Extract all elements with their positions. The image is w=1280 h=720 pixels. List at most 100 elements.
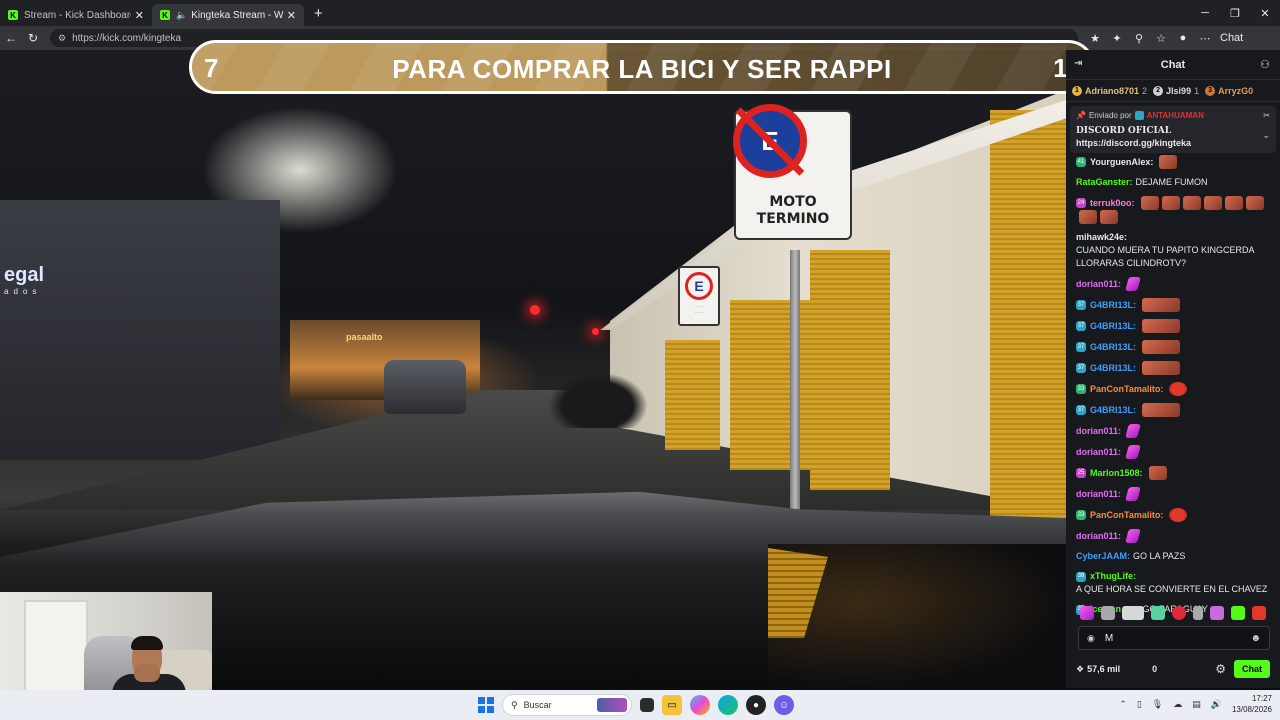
chat-username[interactable]: PanConTamalito: [1090,509,1163,522]
site-info-icon[interactable]: ⚙ [58,33,66,44]
emote-angry-icon[interactable] [1252,606,1267,620]
collapse-chat-icon[interactable]: ⇥ [1074,58,1082,69]
emote-face-icon[interactable] [1100,210,1118,224]
emote-face-icon[interactable] [1140,196,1159,210]
emote-wide-icon[interactable] [1142,340,1181,354]
subscriber-badge-icon[interactable]: 37 [1076,300,1086,310]
chat-username[interactable]: dorian011: [1076,446,1121,459]
reload-icon[interactable]: ↻ [22,31,44,45]
close-window-icon[interactable]: ✕ [1250,0,1280,26]
subscriber-badge-icon[interactable]: 33 [1076,384,1086,394]
subscriber-badge-icon[interactable]: 37 [1076,363,1086,373]
chat-username[interactable]: YourguenAlex: [1090,156,1153,169]
new-tab-button[interactable]: + [314,5,323,22]
chat-username[interactable]: dorian011: [1076,425,1121,438]
tray-chevron-up-icon[interactable]: ⌃ [1119,699,1127,710]
chat-users-icon[interactable]: ⚇ [1260,58,1270,71]
more-menu-icon[interactable]: ⋯ [1194,32,1216,45]
channel-points[interactable]: ❖ 57,6 mil [1076,664,1120,675]
chat-username[interactable]: G4BRI13L: [1090,404,1136,417]
emote-wide-icon[interactable] [1142,361,1181,375]
emote-face-icon[interactable] [1121,606,1144,620]
emote-red-icon[interactable] [1171,606,1186,620]
chat-username[interactable]: terruk0oo: [1090,197,1135,210]
task-view-icon[interactable] [640,698,654,712]
emote-face-icon[interactable] [1148,466,1167,480]
audio-icon[interactable]: 🔈 [176,10,187,21]
copilot-icon[interactable] [690,695,710,715]
obs-icon[interactable]: ● [746,695,766,715]
gifter-item[interactable]: 1 Adriano8701 2 [1072,85,1147,96]
emote-wide-icon[interactable] [1142,319,1181,333]
emote-pink-icon[interactable] [1079,606,1094,620]
chat-username[interactable]: RataGanster: [1076,176,1133,189]
chat-badge-icon[interactable]: ◉ [1087,633,1095,644]
chat-settings-gear-icon[interactable]: ⚙ [1215,662,1226,676]
favorites-icon[interactable]: ☆ [1150,32,1172,45]
emote-red-icon[interactable] [1169,382,1188,396]
subscriber-badge-icon[interactable]: 38 [1076,571,1086,582]
chat-username[interactable]: Marlon1508: [1090,467,1143,480]
emote-wide-icon[interactable] [1142,298,1181,312]
emoji-picker-icon[interactable]: ☻ [1250,633,1261,644]
tray-onedrive-icon[interactable]: ☁ [1173,699,1182,710]
subscriber-badge-icon[interactable]: 25 [1076,468,1086,478]
tab-kick-dashboard[interactable]: K Stream - Kick Dashboard ✕ [0,4,152,26]
unpin-icon[interactable]: ✂ [1263,111,1270,120]
extensions-puzzle-icon[interactable]: ⚲ [1128,32,1150,45]
chat-username[interactable]: mihawk24e: [1076,231,1127,244]
emote-green-icon[interactable] [1150,606,1165,620]
subscriber-badge-icon[interactable]: 37 [1076,405,1086,415]
send-chat-button[interactable]: Chat [1234,660,1270,678]
chat-username[interactable]: G4BRI13L: [1090,341,1136,354]
emote-pink-icon[interactable] [1125,529,1141,543]
subscriber-badge-icon[interactable]: 33 [1076,510,1086,520]
pinned-sender-name[interactable]: ANTAHUAMAN [1147,111,1204,120]
emote-face-icon[interactable] [1161,196,1180,210]
taskbar-clock[interactable]: 17:27 13/08/2026 [1232,693,1272,715]
windows-start-icon[interactable] [478,697,494,713]
minimize-icon[interactable]: ─ [1190,0,1220,26]
emote-pink-icon[interactable] [1125,445,1141,459]
emote-face-icon[interactable] [1224,196,1243,210]
profile-avatar-icon[interactable]: ● [1172,32,1194,44]
edge-browser-icon[interactable] [718,695,738,715]
chat-username[interactable]: xThugLife: [1090,570,1136,583]
chat-username[interactable]: dorian011: [1076,278,1121,291]
subscriber-badge-icon[interactable]: 41 [1076,157,1086,167]
gifter-item[interactable]: 3 ArryzG0 [1205,85,1253,96]
chat-copilot-button[interactable]: Chat [1220,32,1243,44]
chat-username[interactable]: dorian011: [1076,488,1121,501]
chat-username[interactable]: CyberJAAM: [1076,550,1130,563]
tray-mic-icon[interactable]: 🎙 [1152,699,1163,710]
emote-red-icon[interactable] [1169,508,1188,522]
emote-pink-icon[interactable] [1125,424,1141,438]
chat-username[interactable]: dorian011: [1076,530,1121,543]
pinned-link[interactable]: https://discord.gg/kingteka [1076,138,1270,148]
tray-volume-icon[interactable]: 🔊 [1211,699,1222,710]
discord-icon[interactable]: ☺ [774,695,794,715]
emote-kick-icon[interactable] [1231,606,1246,620]
emote-wide-icon[interactable] [1142,403,1181,417]
emote-face-icon[interactable] [1203,196,1222,210]
taskbar-search-input[interactable]: ⚲ Buscar [502,694,632,716]
chat-username[interactable]: G4BRI13L: [1090,299,1136,312]
tray-usb-icon[interactable]: ▯ [1137,699,1142,710]
emote-face-icon[interactable] [1245,196,1264,210]
emote-pink-icon[interactable] [1125,487,1141,501]
chevron-down-icon[interactable]: ⌄ [1262,130,1270,141]
close-tab-icon[interactable]: ✕ [287,9,296,22]
tab-kingteka-stream[interactable]: K 🔈 Kingteka Stream - Watch Live ✕ [152,4,304,26]
emote-face-icon[interactable] [1079,210,1097,224]
file-explorer-icon[interactable]: ▭ [662,695,682,715]
emote-purple-icon[interactable] [1210,606,1225,620]
chat-input[interactable]: ◉ M ☻ [1078,626,1270,650]
emote-small-icon[interactable] [1193,606,1204,620]
maximize-icon[interactable]: ❐ [1220,0,1250,26]
subscriber-badge-icon[interactable]: 37 [1076,321,1086,331]
subscriber-badge-icon[interactable]: 37 [1076,342,1086,352]
tray-network-icon[interactable]: ▤ [1192,699,1201,710]
emote-face-icon[interactable] [1182,196,1201,210]
emote-pink-icon[interactable] [1125,277,1141,291]
subscriber-badge-icon[interactable]: 24 [1076,198,1086,208]
